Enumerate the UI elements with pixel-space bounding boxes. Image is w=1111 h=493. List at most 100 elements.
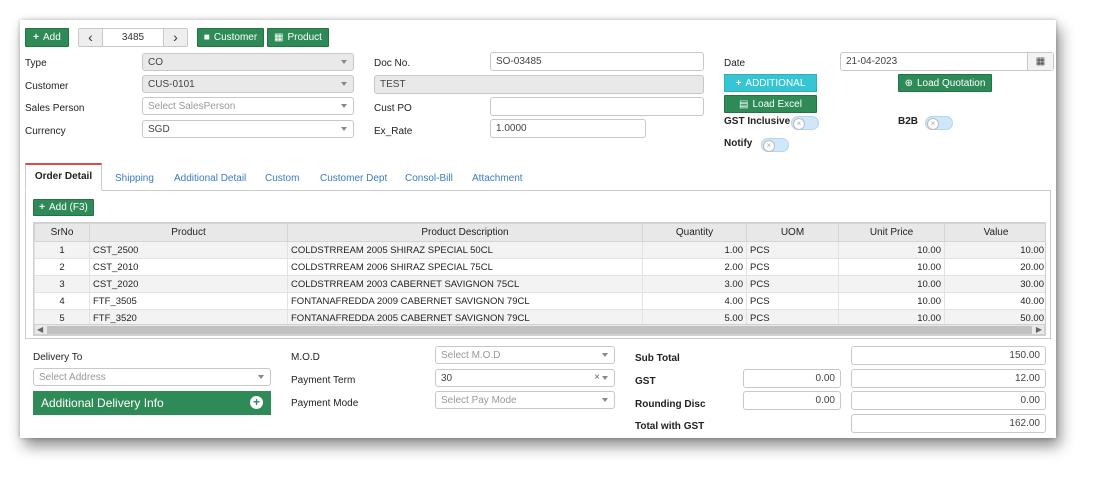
gst-inclusive-toggle[interactable]: × bbox=[791, 116, 819, 130]
table-row[interactable]: 4 FTF_3505 FONTANAFREDDA 2009 CABERNET S… bbox=[34, 292, 1045, 310]
chevron-down-icon bbox=[341, 127, 347, 131]
b2b-label: B2B bbox=[898, 116, 919, 127]
clear-icon[interactable]: × bbox=[594, 372, 600, 383]
cell-product[interactable]: CST_2500 bbox=[89, 241, 288, 259]
add-line-button[interactable]: + Add (F3) bbox=[33, 199, 94, 216]
toggle-off-icon: × bbox=[927, 118, 939, 130]
add-button[interactable]: + Add bbox=[25, 28, 69, 47]
table-row[interactable]: 3 CST_2020 COLDSTRREAM 2003 CABERNET SAV… bbox=[34, 275, 1045, 293]
record-navigator: ‹ 3485 › bbox=[78, 28, 188, 47]
table-row[interactable]: 2 CST_2010 COLDSTRREAM 2006 SHIRAZ SPECI… bbox=[34, 258, 1045, 276]
chevron-down-icon bbox=[341, 60, 347, 64]
cell-unit-price[interactable]: 10.00 bbox=[838, 275, 945, 293]
cell-quantity[interactable]: 4.00 bbox=[642, 292, 747, 310]
chevron-down-icon bbox=[341, 82, 347, 86]
cell-unit-price[interactable]: 10.00 bbox=[838, 241, 945, 259]
cell-quantity[interactable]: 2.00 bbox=[642, 258, 747, 276]
plus-icon: + bbox=[735, 77, 742, 89]
address-select[interactable]: Select Address bbox=[33, 368, 271, 386]
tab-order-detail[interactable]: Order Detail bbox=[25, 163, 102, 191]
total-with-gst-field: 162.00 bbox=[851, 414, 1046, 433]
exrate-input[interactable]: 1.0000 bbox=[490, 119, 646, 138]
product-button[interactable]: ▦ Product bbox=[267, 28, 329, 47]
tab-shipping[interactable]: Shipping bbox=[115, 173, 154, 184]
salesperson-select[interactable]: Select SalesPerson bbox=[142, 97, 354, 115]
cell-srno: 2 bbox=[34, 258, 90, 276]
chevron-down-icon bbox=[602, 353, 608, 357]
column-header-description[interactable]: Product Description bbox=[287, 223, 643, 242]
cell-description[interactable]: COLDSTRREAM 2005 SHIRAZ SPECIAL 50CL bbox=[287, 241, 643, 259]
notify-toggle[interactable]: × bbox=[761, 138, 789, 152]
mod-select[interactable]: Select M.O.D bbox=[435, 346, 615, 364]
load-quotation-button[interactable]: ⊕ Load Quotation bbox=[898, 74, 992, 92]
cell-value: 10.00 bbox=[944, 241, 1045, 259]
additional-button[interactable]: + ADDITIONAL bbox=[724, 74, 817, 92]
toggle-off-icon: × bbox=[793, 118, 805, 130]
cell-description[interactable]: COLDSTRREAM 2003 CABERNET SAVIGNON 75CL bbox=[287, 275, 643, 293]
chevron-down-icon bbox=[602, 398, 608, 402]
cell-product[interactable]: FTF_3505 bbox=[89, 292, 288, 310]
additional-delivery-info-button[interactable]: Additional Delivery Info + bbox=[33, 391, 271, 415]
tab-customer-dept[interactable]: Customer Dept bbox=[320, 173, 387, 184]
cell-uom[interactable]: PCS bbox=[746, 258, 839, 276]
cell-value: 20.00 bbox=[944, 258, 1045, 276]
cell-description[interactable]: COLDSTRREAM 2006 SHIRAZ SPECIAL 75CL bbox=[287, 258, 643, 276]
column-header-product[interactable]: Product bbox=[89, 223, 288, 242]
total-with-gst-label: Total with GST bbox=[635, 421, 705, 432]
scrollbar-thumb[interactable] bbox=[47, 326, 1032, 334]
plus-icon: + bbox=[39, 202, 45, 213]
gst-inclusive-label: GST Inclusive bbox=[724, 116, 791, 127]
tab-additional-detail[interactable]: Additional Detail bbox=[174, 173, 246, 184]
cell-uom[interactable]: PCS bbox=[746, 292, 839, 310]
record-number-input[interactable]: 3485 bbox=[103, 29, 163, 46]
rounding-disc-label: Rounding Disc bbox=[635, 399, 706, 410]
prev-record-button[interactable]: ‹ bbox=[79, 29, 103, 46]
custpo-input[interactable] bbox=[490, 97, 704, 116]
date-input[interactable]: 21-04-2023 ▦ bbox=[840, 52, 1054, 71]
next-record-button[interactable]: › bbox=[163, 29, 187, 46]
cell-quantity[interactable]: 1.00 bbox=[642, 241, 747, 259]
currency-label: Currency bbox=[25, 126, 66, 137]
chevron-right-icon: › bbox=[173, 29, 178, 45]
calendar-icon[interactable]: ▦ bbox=[1027, 53, 1053, 70]
plus-circle-icon: + bbox=[250, 396, 263, 409]
cell-product[interactable]: CST_2020 bbox=[89, 275, 288, 293]
cell-product[interactable]: CST_2010 bbox=[89, 258, 288, 276]
type-select[interactable]: CO bbox=[142, 53, 354, 71]
rounding-rate-input[interactable]: 0.00 bbox=[743, 391, 841, 410]
cell-description[interactable]: FONTANAFREDDA 2009 CABERNET SAVIGNON 79C… bbox=[287, 292, 643, 310]
column-header-value[interactable]: Value bbox=[944, 223, 1045, 242]
table-row[interactable]: 1 CST_2500 COLDSTRREAM 2005 SHIRAZ SPECI… bbox=[34, 241, 1045, 259]
cell-unit-price[interactable]: 10.00 bbox=[838, 258, 945, 276]
cell-srno: 3 bbox=[34, 275, 90, 293]
column-header-quantity[interactable]: Quantity bbox=[642, 223, 747, 242]
currency-select[interactable]: SGD bbox=[142, 120, 354, 138]
column-header-unit-price[interactable]: Unit Price bbox=[838, 223, 945, 242]
horizontal-scrollbar[interactable]: ◀ ▶ bbox=[34, 324, 1045, 335]
file-excel-icon: ▤ bbox=[739, 98, 749, 110]
payment-term-select[interactable]: 30 × bbox=[435, 369, 615, 387]
cell-value: 30.00 bbox=[944, 275, 1045, 293]
tab-custom[interactable]: Custom bbox=[265, 173, 299, 184]
cell-uom[interactable]: PCS bbox=[746, 241, 839, 259]
payment-mode-select[interactable]: Select Pay Mode bbox=[435, 391, 615, 409]
cell-unit-price[interactable]: 10.00 bbox=[838, 292, 945, 310]
cell-uom[interactable]: PCS bbox=[746, 275, 839, 293]
tab-attachment[interactable]: Attachment bbox=[472, 173, 523, 184]
b2b-toggle[interactable]: × bbox=[925, 116, 953, 130]
toggle-off-icon: × bbox=[763, 140, 775, 152]
tab-consol-bill[interactable]: Consol-Bill bbox=[405, 173, 453, 184]
customer-select[interactable]: CUS-0101 bbox=[142, 75, 354, 93]
scroll-left-icon[interactable]: ◀ bbox=[37, 325, 43, 335]
load-excel-button[interactable]: ▤ Load Excel bbox=[724, 95, 817, 113]
scroll-right-icon[interactable]: ▶ bbox=[1036, 325, 1042, 335]
gst-rate-input[interactable]: 0.00 bbox=[743, 369, 841, 388]
customer-button[interactable]: ■ Customer bbox=[197, 28, 264, 47]
payment-term-label: Payment Term bbox=[291, 375, 356, 386]
customer-name-input[interactable]: TEST bbox=[374, 75, 704, 94]
docno-input[interactable]: SO-03485 bbox=[490, 52, 704, 71]
column-header-srno[interactable]: SrNo bbox=[34, 223, 90, 242]
cell-value: 40.00 bbox=[944, 292, 1045, 310]
column-header-uom[interactable]: UOM bbox=[746, 223, 839, 242]
cell-quantity[interactable]: 3.00 bbox=[642, 275, 747, 293]
